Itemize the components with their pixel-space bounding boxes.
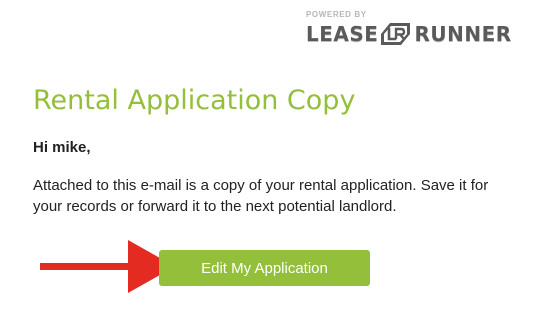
lr-logo-mark-icon [381,23,411,45]
arrow-right-icon [40,240,175,293]
email-title: Rental Application Copy [33,85,356,116]
logo-wordmark: LEASE RUNNER [306,21,512,47]
body-paragraph: Attached to this e-mail is a copy of you… [33,177,489,215]
logo-word-lease: LEASE [306,22,379,46]
leaserunner-logo: POWERED BY LEASE RUNNER [306,10,512,50]
greeting-text: Hi mike, [33,139,91,156]
powered-by-label: POWERED BY [306,10,367,19]
logo-word-runner: RUNNER [414,22,512,46]
edit-application-button[interactable]: Edit My Application [159,250,370,286]
